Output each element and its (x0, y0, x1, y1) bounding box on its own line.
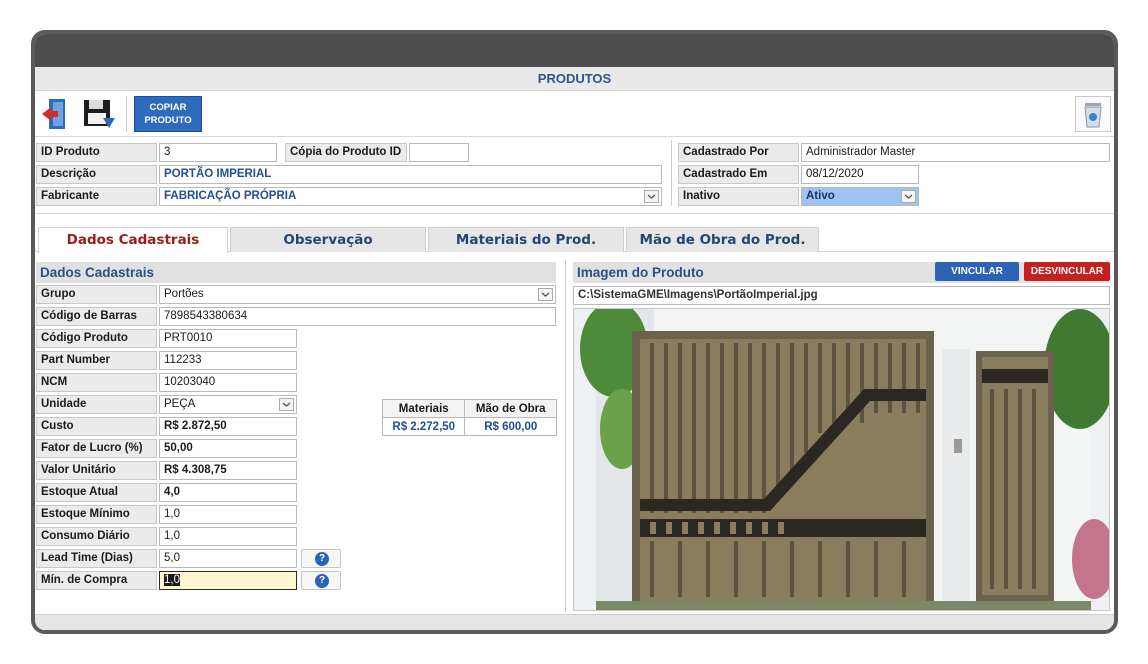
profit-factor-field[interactable]: 50,00 (159, 439, 297, 458)
header-separator (35, 213, 1114, 214)
min-purchase-field[interactable]: 1,0 (159, 571, 297, 590)
current-stock-field[interactable]: 4,0 (159, 483, 297, 502)
product-code-label: Código Produto (36, 329, 157, 348)
id-label: ID Produto (36, 143, 157, 162)
copy-label-line2: PRODUTO (144, 115, 192, 126)
chevron-down-icon[interactable] (538, 288, 553, 301)
min-stock-label: Estoque Mínimo (36, 505, 157, 524)
page-title: PRODUTOS (35, 67, 1114, 91)
header-divider (671, 140, 672, 206)
group-select[interactable]: Portões (159, 285, 556, 304)
part-number-label: Part Number (36, 351, 157, 370)
group-value: Portões (164, 288, 204, 300)
created-by-field[interactable]: Administrador Master (801, 143, 1110, 162)
product-code-field[interactable]: PRT0010 (159, 329, 297, 348)
tab-materiais[interactable]: Materiais do Prod. (428, 227, 624, 252)
trash-icon[interactable] (1075, 96, 1111, 132)
tab-dados-cadastrais[interactable]: Dados Cadastrais (38, 227, 228, 253)
copy-product-button[interactable]: COPIAR PRODUTO (134, 96, 202, 132)
unit-price-label: Valor Unitário (36, 461, 157, 480)
manufacturer-value: FABRICAÇÃO PRÓPRIA (164, 190, 297, 202)
copy-id-field[interactable] (409, 143, 469, 162)
ncm-label: NCM (36, 373, 157, 392)
created-at-label: Cadastrado Em (678, 165, 799, 184)
toolbar-divider (126, 96, 127, 132)
lead-time-field[interactable]: 5,0 (159, 549, 297, 568)
chevron-down-icon[interactable] (279, 398, 294, 411)
min-purchase-value: 1,0 (164, 574, 180, 586)
unlink-image-button[interactable]: DESVINCULAR (1024, 262, 1110, 281)
cost-field[interactable]: R$ 2.872,50 (159, 417, 297, 436)
manufacturer-label: Fabricante (36, 187, 157, 206)
exit-door-icon[interactable] (39, 96, 75, 132)
created-at-field[interactable]: 08/12/2020 (801, 165, 919, 184)
unit-price-field[interactable]: R$ 4.308,75 (159, 461, 297, 480)
daily-consumption-field[interactable]: 1,0 (159, 527, 297, 546)
link-image-button[interactable]: VINCULAR (935, 262, 1019, 281)
toolbar-separator (35, 136, 1114, 137)
inactive-value: Ativo (806, 190, 835, 202)
details-section-title: Dados Cadastrais (36, 262, 556, 283)
chevron-down-icon[interactable] (901, 190, 916, 203)
min-stock-field[interactable]: 1,0 (159, 505, 297, 524)
barcode-label: Código de Barras (36, 307, 157, 326)
lead-time-label: Lead Time (Dias) (36, 549, 157, 568)
image-path-field[interactable]: C:\SistemaGME\Imagens\PortãoImperial.jpg (573, 286, 1110, 305)
part-number-field[interactable]: 112233 (159, 351, 297, 370)
tab-mao-de-obra[interactable]: Mão de Obra do Prod. (626, 227, 819, 252)
window-titlebar (35, 34, 1114, 67)
profit-factor-label: Fator de Lucro (%) (36, 439, 157, 458)
group-label: Grupo (36, 285, 157, 304)
help-icon: ? (315, 552, 329, 566)
current-stock-label: Estoque Atual (36, 483, 157, 502)
materials-value: R$ 2.272,50 (381, 417, 466, 436)
save-disk-icon[interactable] (81, 96, 117, 132)
cost-breakdown-table: Materiais Mão de Obra R$ 2.272,50 R$ 600… (381, 399, 557, 436)
unit-select[interactable]: PEÇA (159, 395, 297, 414)
labor-header: Mão de Obra (464, 399, 557, 418)
min-purchase-label: Mín. de Compra (36, 571, 157, 590)
barcode-field[interactable]: 7898543380634 (159, 307, 556, 326)
id-field[interactable]: 3 (159, 143, 277, 162)
lead-time-help-button[interactable]: ? (301, 549, 341, 568)
description-label: Descrição (36, 165, 157, 184)
unit-label: Unidade (36, 395, 157, 414)
inactive-label: Inativo (678, 187, 799, 206)
manufacturer-select[interactable]: FABRICAÇÃO PRÓPRIA (159, 187, 662, 206)
copy-label-line1: COPIAR (149, 102, 187, 113)
unit-value: PEÇA (164, 398, 196, 410)
materials-header: Materiais (381, 399, 466, 418)
ncm-field[interactable]: 10203040 (159, 373, 297, 392)
daily-consumption-label: Consumo Diário (36, 527, 157, 546)
copy-id-label: Cópia do Produto ID (285, 143, 407, 162)
product-image (573, 308, 1110, 611)
tab-bar: Dados Cadastrais Observação Materiais do… (35, 227, 1114, 253)
min-purchase-help-button[interactable]: ? (301, 571, 341, 590)
description-field[interactable]: PORTÃO IMPERIAL (159, 165, 662, 184)
app-window: PRODUTOS COPIAR PRODUTO ID Produto 3 Cóp… (31, 30, 1118, 634)
toolbar: COPIAR PRODUTO (35, 92, 1114, 136)
created-by-label: Cadastrado Por (678, 143, 799, 162)
status-bar (35, 614, 1114, 630)
panel-divider (565, 260, 566, 612)
help-icon: ? (315, 574, 329, 588)
labor-value: R$ 600,00 (464, 417, 557, 436)
chevron-down-icon[interactable] (644, 190, 659, 203)
inactive-select[interactable]: Ativo (801, 187, 919, 206)
cost-label: Custo (36, 417, 157, 436)
tab-observacao[interactable]: Observação (230, 227, 426, 252)
